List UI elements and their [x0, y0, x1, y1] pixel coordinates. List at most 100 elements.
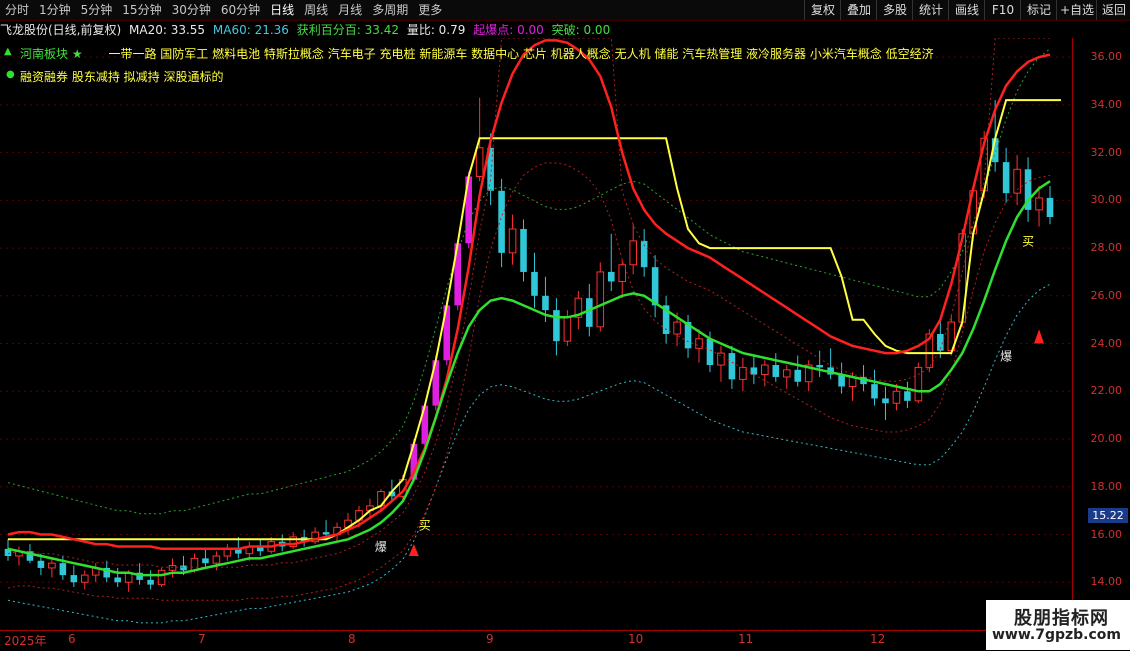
toolbar-button-2[interactable]: 多股	[876, 0, 913, 20]
tab-period-6[interactable]: 日线	[265, 0, 299, 20]
candle-body-79	[871, 384, 878, 399]
y-tick-label-1: 14.00	[1090, 575, 1123, 589]
tab-period-9[interactable]: 多周期	[367, 0, 413, 20]
signal-buy-1: 买	[419, 519, 431, 533]
candle-body-3	[37, 560, 45, 568]
candle-body-45	[498, 190, 505, 253]
candle-body-68	[750, 367, 758, 375]
toolbar-button-1[interactable]: 叠加	[840, 0, 877, 20]
triangle-up-icon: ▲	[4, 46, 12, 57]
candle-body-61	[673, 321, 681, 335]
candle-body-59	[651, 267, 659, 306]
candle-body-6	[70, 575, 78, 583]
indicator-bar: 飞龙股份(日线,前复权) MA20: 33.55 MA60: 21.36 获利百…	[0, 21, 614, 37]
candle-body-51	[563, 316, 572, 342]
x-tick-label-2: 7	[198, 632, 206, 646]
toolbar-button-5[interactable]: F10	[984, 0, 1021, 20]
volratio-label: 量比: 0.79	[406, 23, 466, 37]
annotation-line-2: 融资融券 股东减持 拟减持 深股通标的	[20, 68, 223, 85]
candle-body-53	[586, 298, 593, 327]
current-price-tag: 15.22	[1088, 508, 1128, 523]
toolbar-button-7[interactable]: +自选	[1056, 0, 1097, 20]
candle-body-69	[761, 364, 769, 376]
x-tick-label-7: 12	[870, 632, 886, 646]
ma20-label: MA20: 33.55	[129, 23, 206, 37]
candle-body-16	[180, 565, 187, 571]
y-tick-label-6: 24.00	[1090, 336, 1123, 350]
toolbar-button-8[interactable]: 返回	[1096, 0, 1130, 20]
y-tick-label-12: 36.00	[1090, 50, 1123, 64]
signal-buy-2: 买	[1022, 235, 1034, 249]
tab-period-0[interactable]: 分时	[0, 0, 34, 20]
break-label: 突破: 0.00	[551, 23, 611, 37]
candle-body-7	[80, 574, 89, 583]
y-tick-label-7: 26.00	[1090, 288, 1123, 302]
candle-body-81	[892, 390, 901, 404]
candlestick-chart[interactable]: 爆买爆买	[0, 38, 1073, 630]
y-tick-label-5: 22.00	[1090, 384, 1123, 398]
tab-period-5[interactable]: 60分钟	[216, 0, 265, 20]
tab-period-8[interactable]: 月线	[333, 0, 367, 20]
profit-label: 获利百分百: 33.42	[296, 23, 399, 37]
candle-body-5	[59, 563, 67, 576]
candle-body-43	[475, 147, 484, 177]
x-tick-label-1: 6	[68, 632, 76, 646]
candle-body-64	[706, 338, 714, 366]
tab-period-4[interactable]: 30分钟	[167, 0, 216, 20]
y-tick-label-11: 34.00	[1090, 97, 1123, 111]
tab-period-3[interactable]: 15分钟	[117, 0, 166, 20]
candle-body-80	[882, 398, 889, 404]
y-tick-label-3: 18.00	[1090, 479, 1123, 493]
candle-body-14	[157, 569, 166, 586]
candle-body-4	[48, 562, 56, 569]
y-tick-label-8: 28.00	[1090, 241, 1123, 255]
y-tick-label-9: 30.00	[1090, 193, 1123, 207]
signal-explode-2: 爆	[1000, 349, 1012, 363]
candle-body-48	[531, 271, 538, 296]
candle-body-95	[1046, 197, 1054, 218]
candle-body-82	[904, 391, 911, 401]
tab-period-7[interactable]: 周线	[299, 0, 333, 20]
x-tick-label-4: 9	[486, 632, 494, 646]
tab-period-2[interactable]: 5分钟	[76, 0, 118, 20]
toolbar-button-6[interactable]: 标记	[1020, 0, 1057, 20]
ma60-label: MA60: 21.36	[212, 23, 289, 37]
x-tick-label-5: 10	[628, 632, 644, 646]
candle-body-91	[1002, 162, 1010, 194]
candle-body-55	[607, 271, 615, 282]
candle-body-19	[212, 555, 221, 564]
candle-body-66	[728, 353, 736, 380]
tags-text: 融资融券 股东减持 拟减持 深股通标的	[20, 70, 224, 84]
candle-body-15	[168, 565, 177, 571]
star-icon: ★	[71, 47, 83, 61]
watermark-url: www.7gpzb.com	[992, 627, 1122, 643]
candle-body-72	[794, 369, 802, 382]
candle-body-56	[618, 264, 627, 282]
y-tick-label-4: 20.00	[1090, 432, 1123, 446]
x-tick-label-6: 11	[738, 632, 754, 646]
candle-body-10	[114, 577, 121, 583]
candle-body-50	[553, 310, 560, 342]
toolbar-button-0[interactable]: 复权	[804, 0, 841, 20]
toolbar-button-4[interactable]: 画线	[948, 0, 985, 20]
y-axis: 12.0014.0016.0018.0020.0022.0024.0026.00…	[1074, 38, 1130, 636]
candle-body-70	[772, 365, 780, 377]
sector-label: 河南板块	[20, 47, 69, 61]
band-red-upper-line	[7, 38, 1050, 568]
y-tick-label-10: 32.00	[1090, 145, 1123, 159]
concepts-text: 一带一路 国防军工 燃料电池 特斯拉概念 汽车电子 充电桩 新能源车 数据中心 …	[108, 47, 934, 61]
tab-period-10[interactable]: 更多	[413, 0, 447, 20]
ma-yellow-line	[8, 99, 1061, 541]
toolbar-button-3[interactable]: 统计	[912, 0, 949, 20]
annotation-line-1: 河南板块 ★ 一带一路 国防军工 燃料电池 特斯拉概念 汽车电子 充电桩 新能源…	[20, 45, 934, 62]
tab-period-1[interactable]: 1分钟	[34, 0, 76, 20]
candle-body-46	[508, 228, 517, 254]
start-label: 起爆点: 0.00	[473, 23, 544, 37]
candle-body-47	[520, 228, 527, 272]
y-tick-label-2: 16.00	[1090, 527, 1123, 541]
x-tick-label-3: 8	[348, 632, 356, 646]
candle-body-29	[322, 532, 330, 535]
dot-icon: ●	[6, 69, 15, 80]
candle-body-18	[202, 558, 209, 564]
band-upper-line	[7, 48, 1051, 515]
